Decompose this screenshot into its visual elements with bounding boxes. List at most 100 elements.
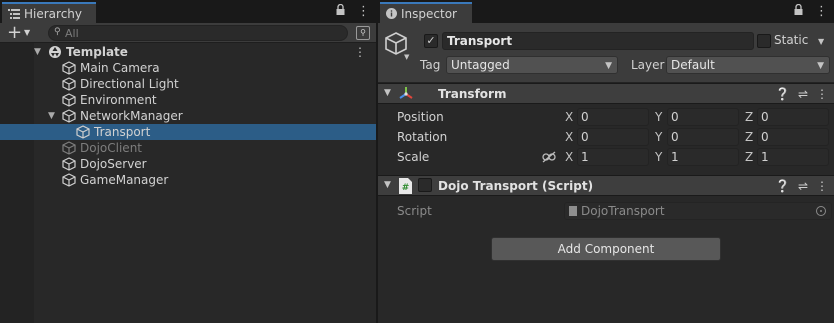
- hierarchy-item-label: DojoServer: [80, 157, 147, 171]
- rotation-z-field[interactable]: 0: [757, 128, 829, 146]
- scale-y-field[interactable]: 1: [667, 148, 739, 166]
- constrain-proportions-icon[interactable]: [542, 151, 556, 163]
- position-z-axis[interactable]: Z: [745, 110, 753, 124]
- inspector-panel: Inspector ⋮ ▼ ✓ Transport Static ▼ Tag U…: [378, 0, 834, 323]
- kebab-icon[interactable]: ⋮: [816, 178, 828, 194]
- rotation-label: Rotation: [397, 130, 448, 144]
- hierarchy-panel: Hierarchy ⋮ + ▼ ⚲ ⚲ ▼ Template ⋮ Main Camer…: [0, 0, 376, 323]
- scale-z-axis[interactable]: Z: [745, 150, 753, 164]
- preset-icon[interactable]: ⇌: [798, 86, 808, 102]
- rotation-x-axis[interactable]: X: [565, 130, 573, 144]
- active-checkbox[interactable]: ✓: [424, 34, 438, 48]
- hierarchy-item-label: Template: [66, 45, 128, 59]
- dojo-transport-title: Dojo Transport (Script): [438, 179, 594, 193]
- hierarchy-item[interactable]: DojoClient: [0, 140, 376, 156]
- kebab-icon[interactable]: ⋮: [816, 86, 828, 102]
- rotation-y-axis[interactable]: Y: [655, 130, 662, 144]
- position-y-axis[interactable]: Y: [655, 110, 662, 124]
- hierarchy-item[interactable]: ▼ NetworkManager: [0, 108, 376, 124]
- kebab-icon[interactable]: ⋮: [815, 4, 828, 19]
- scale-label: Scale: [397, 150, 430, 164]
- hierarchy-item[interactable]: Transport: [0, 124, 376, 140]
- icon-dropdown-arrow[interactable]: ▼: [404, 53, 409, 61]
- scale-z-field[interactable]: 1: [757, 148, 829, 166]
- dojo-transport-tools: ❔ ⇌ ⋮: [775, 178, 828, 194]
- foldout-arrow-icon[interactable]: ▼: [384, 88, 391, 98]
- search-by-type-button[interactable]: ⚲: [356, 26, 370, 40]
- position-label: Position: [397, 110, 444, 124]
- hierarchy-item-label: Directional Light: [80, 77, 179, 91]
- hierarchy-item[interactable]: Directional Light: [0, 76, 376, 92]
- hierarchy-tab-tools: ⋮: [336, 3, 370, 19]
- foldout-arrow-icon[interactable]: ▼: [34, 47, 41, 57]
- hierarchy-item-label: Transport: [94, 125, 151, 139]
- transform-tools: ❔ ⇌ ⋮: [775, 86, 828, 102]
- layer-dropdown[interactable]: Default ▼: [666, 56, 830, 74]
- hierarchy-item[interactable]: DojoServer: [0, 156, 376, 172]
- hierarchy-item-label: NetworkManager: [80, 109, 183, 123]
- tag-dropdown[interactable]: Untagged ▼: [446, 56, 618, 74]
- scale-x-field[interactable]: 1: [577, 148, 649, 166]
- csharp-script-icon: #: [399, 178, 412, 194]
- cube-icon: [62, 157, 76, 171]
- add-component-button[interactable]: Add Component: [491, 237, 721, 261]
- cube-icon: [62, 141, 76, 155]
- hierarchy-item[interactable]: Environment: [0, 92, 376, 108]
- script-object-field[interactable]: DojoTransport: [564, 202, 832, 220]
- rotation-x-field[interactable]: 0: [577, 128, 649, 146]
- component-enabled-checkbox[interactable]: [418, 178, 432, 192]
- hierarchy-item[interactable]: GameManager: [0, 172, 376, 188]
- hierarchy-tab[interactable]: Hierarchy: [2, 2, 96, 23]
- static-dropdown-arrow[interactable]: ▼: [818, 37, 824, 46]
- inspector-tab-label: Inspector: [401, 6, 457, 21]
- hierarchy-search: ⚲: [48, 25, 348, 41]
- hierarchy-tree: ▼ Template ⋮ Main Camera Directional Light En…: [0, 44, 376, 188]
- position-y-field[interactable]: 0: [667, 108, 739, 126]
- static-label: Static: [774, 33, 809, 47]
- hierarchy-item-label: DojoClient: [80, 141, 142, 155]
- help-icon[interactable]: ❔: [775, 86, 790, 102]
- preset-icon[interactable]: ⇌: [798, 178, 808, 194]
- kebab-icon[interactable]: ⋮: [357, 4, 370, 19]
- search-icon[interactable]: ⚲: [54, 27, 61, 37]
- transform-title: Transform: [438, 87, 507, 101]
- inspector-tab[interactable]: Inspector: [380, 2, 472, 23]
- info-icon: [386, 8, 397, 19]
- cube-icon: [76, 125, 90, 139]
- object-name-field[interactable]: Transport: [442, 32, 754, 50]
- position-x-field[interactable]: 0: [577, 108, 649, 126]
- script-label: Script: [397, 204, 432, 218]
- lock-icon[interactable]: [336, 3, 345, 19]
- layer-value: Default: [671, 58, 715, 72]
- chevron-down-icon: ▼: [605, 61, 612, 71]
- rotation-y-field[interactable]: 0: [667, 128, 739, 146]
- chevron-down-icon[interactable]: ▼: [24, 28, 30, 37]
- hierarchy-item-label: GameManager: [80, 173, 169, 187]
- cube-icon: [62, 173, 76, 187]
- hierarchy-item[interactable]: ▼ Template ⋮: [0, 44, 376, 60]
- lock-icon[interactable]: [794, 3, 803, 19]
- static-checkbox[interactable]: [757, 34, 771, 48]
- position-z-field[interactable]: 0: [757, 108, 829, 126]
- inspector-tabbar: Inspector ⋮: [378, 0, 834, 23]
- dojo-transport-header[interactable]: ▼ # Dojo Transport (Script) ❔ ⇌ ⋮: [378, 175, 834, 196]
- rotation-z-axis[interactable]: Z: [745, 130, 753, 144]
- object-picker-icon[interactable]: [816, 206, 826, 216]
- kebab-icon[interactable]: ⋮: [354, 44, 366, 60]
- hierarchy-item-label: Environment: [80, 93, 157, 107]
- foldout-arrow-icon[interactable]: ▼: [48, 111, 55, 121]
- position-x-axis[interactable]: X: [565, 110, 573, 124]
- unity-scene-icon: [48, 45, 62, 59]
- create-plus-button[interactable]: +: [7, 23, 22, 42]
- hierarchy-item[interactable]: Main Camera: [0, 60, 376, 76]
- help-icon[interactable]: ❔: [775, 178, 790, 194]
- scale-x-axis[interactable]: X: [565, 150, 573, 164]
- hierarchy-list-icon: [8, 8, 20, 19]
- tag-label: Tag: [420, 58, 441, 72]
- hierarchy-search-input[interactable]: [65, 26, 335, 40]
- tag-value: Untagged: [451, 58, 510, 72]
- transform-header[interactable]: ▼ Transform ❔ ⇌ ⋮: [378, 83, 834, 104]
- hierarchy-tabbar: Hierarchy ⋮: [0, 0, 376, 23]
- foldout-arrow-icon[interactable]: ▼: [384, 180, 391, 190]
- scale-y-axis[interactable]: Y: [655, 150, 662, 164]
